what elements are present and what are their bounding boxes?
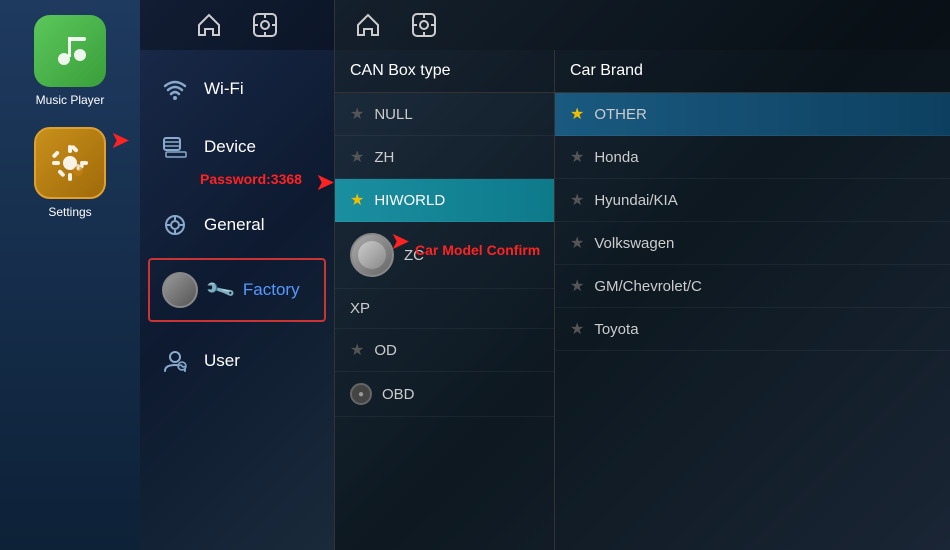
user-label: User [204, 351, 240, 371]
car-brand-header: Car Brand [555, 50, 950, 93]
od-label: OD [374, 342, 397, 359]
brand-item-gm[interactable]: ★ GM/Chevrolet/C [555, 265, 950, 308]
music-player-label: Music Player [36, 93, 105, 107]
menu-item-user[interactable]: User [140, 332, 334, 390]
car-panel-gear-icon[interactable] [406, 7, 442, 43]
can-item-od[interactable]: ★ OD [335, 329, 554, 372]
confirm-button-inner [358, 241, 386, 269]
user-icon [160, 346, 190, 376]
can-box-header: CAN Box type [335, 50, 554, 93]
home-icon[interactable] [191, 7, 227, 43]
menu-item-wifi[interactable]: Wi-Fi [140, 60, 334, 118]
toyota-label: Toyota [594, 321, 638, 338]
car-brand-list: ★ OTHER ★ Honda ★ Hyundai/KIA ★ Volkswag… [555, 93, 950, 550]
car-model-confirm-annotation: Car Model Confirm [415, 242, 540, 258]
other-label: OTHER [594, 106, 647, 123]
od-star: ★ [350, 340, 364, 360]
menu-item-general[interactable]: General [140, 196, 334, 254]
can-item-null[interactable]: ★ NULL [335, 93, 554, 136]
music-player-icon [34, 15, 106, 87]
can-box-list: ★ NULL ★ ZH ★ HIWORLD Car Model Select ➤ [335, 93, 554, 550]
device-label: Device [204, 137, 256, 157]
settings-label: Settings [48, 205, 91, 219]
hiworld-label: HIWORLD [374, 192, 445, 209]
can-item-zc[interactable]: ZC ➤ Car Model Confirm [335, 222, 554, 289]
hyundai-label: Hyundai/KIA [594, 192, 677, 209]
zc-label: ZC [404, 247, 424, 264]
device-icon [160, 132, 190, 162]
wifi-icon [160, 74, 190, 104]
zh-star: ★ [350, 147, 364, 167]
gm-label: GM/Chevrolet/C [594, 278, 702, 295]
car-panel-home-icon[interactable] [350, 7, 386, 43]
gm-star: ★ [570, 276, 584, 296]
general-icon [160, 210, 190, 240]
sidebar-app-music[interactable]: Music Player [34, 15, 106, 107]
menu-item-factory[interactable]: 🔧 Factory [148, 258, 326, 322]
car-panel: CAN Box type ★ NULL ★ ZH ★ HIWORLD Car M [335, 0, 950, 550]
volkswagen-label: Volkswagen [594, 235, 674, 252]
other-star: ★ [570, 104, 584, 124]
null-star: ★ [350, 104, 364, 124]
brand-item-volkswagen[interactable]: ★ Volkswagen [555, 222, 950, 265]
can-item-hiworld[interactable]: ★ HIWORLD Car Model Select ➤ [335, 179, 554, 222]
null-label: NULL [374, 106, 412, 123]
wifi-label: Wi-Fi [204, 79, 244, 99]
xp-label: XP [350, 300, 370, 317]
brand-item-honda[interactable]: ★ Honda [555, 136, 950, 179]
factory-icon-wrench: 🔧 [203, 273, 237, 307]
settings-top-bar [140, 0, 334, 50]
general-label: General [204, 215, 264, 235]
hyundai-star: ★ [570, 190, 584, 210]
sidebar: Music Player [0, 0, 140, 550]
settings-app-icon [34, 127, 106, 199]
car-model-confirm-button[interactable] [350, 233, 394, 277]
hiworld-star: ★ [350, 190, 364, 210]
factory-label: Factory [243, 280, 300, 300]
honda-star: ★ [570, 147, 584, 167]
obd-label: OBD [382, 386, 415, 403]
car-brand-column: Car Brand ★ OTHER ★ Honda ★ Hyundai/KIA [555, 50, 950, 550]
can-item-obd[interactable]: ● OBD [335, 372, 554, 417]
volkswagen-star: ★ [570, 233, 584, 253]
brand-item-hyundai[interactable]: ★ Hyundai/KIA [555, 179, 950, 222]
brand-item-other[interactable]: ★ OTHER [555, 93, 950, 136]
settings-gear-icon[interactable] [247, 7, 283, 43]
menu-item-device[interactable]: Device ➤ [140, 118, 334, 176]
factory-toggle-knob[interactable] [162, 272, 198, 308]
obd-icon-circle: ● [350, 383, 372, 405]
settings-menu: Wi-Fi Device ➤ Password:3368 ➤ [140, 50, 334, 400]
toyota-star: ★ [570, 319, 584, 339]
can-box-column: CAN Box type ★ NULL ★ ZH ★ HIWORLD Car M [335, 50, 555, 550]
zh-label: ZH [374, 149, 394, 166]
brand-item-toyota[interactable]: ★ Toyota [555, 308, 950, 351]
can-item-xp[interactable]: XP [335, 289, 554, 329]
settings-panel: Wi-Fi Device ➤ Password:3368 ➤ [140, 0, 335, 550]
car-panel-top-bar [335, 0, 950, 50]
can-item-zh[interactable]: ★ ZH [335, 136, 554, 179]
car-select-area: CAN Box type ★ NULL ★ ZH ★ HIWORLD Car M [335, 50, 950, 550]
sidebar-app-settings[interactable]: Settings [34, 127, 106, 219]
honda-label: Honda [594, 149, 638, 166]
